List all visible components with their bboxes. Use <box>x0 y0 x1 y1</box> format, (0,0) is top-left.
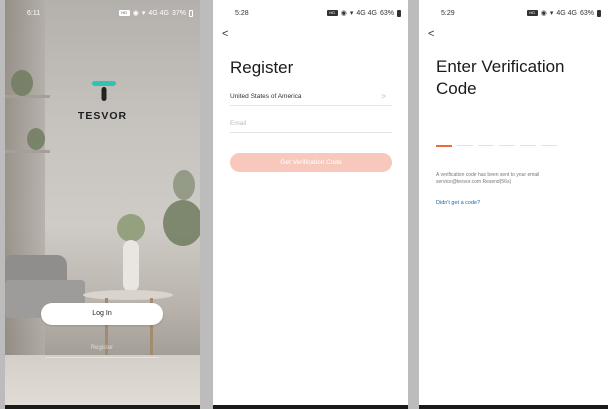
status-time: 5:28 <box>235 10 249 17</box>
battery-percent: 63% <box>579 9 594 17</box>
battery-percent: 63% <box>379 9 394 17</box>
code-slot[interactable] <box>499 145 515 146</box>
info-line-1: A verification code has been sent to you… <box>436 172 540 178</box>
brand-name: TESVOR <box>77 110 128 122</box>
status-bar: 6:11 HD ◉ ▾ 4G 4G 37% <box>5 0 200 20</box>
system-nav-bar <box>419 405 608 409</box>
page-title: Enter Verification Code <box>436 56 565 100</box>
system-nav-bar <box>5 405 200 409</box>
login-button[interactable]: Log In <box>41 303 163 325</box>
back-arrow-icon[interactable]: < <box>222 28 228 40</box>
status-bar: 5:28 HD ◉ ▾ 4G 4G 63% <box>213 0 408 20</box>
get-verification-code-button[interactable]: Get Verification Code <box>230 153 392 172</box>
status-bar: 5:29 HD ◉ ▾ 4G 4G 63% <box>419 0 608 20</box>
code-slot[interactable] <box>478 145 494 146</box>
welcome-screen: 6:11 HD ◉ ▾ 4G 4G 37% TESVOR Log In Regi… <box>5 0 200 409</box>
code-slot[interactable] <box>457 145 473 146</box>
hd-icon: HD <box>326 10 338 16</box>
code-input[interactable] <box>436 145 557 147</box>
hd-icon: HD <box>526 10 538 16</box>
wifi-icon: ▾ <box>549 10 554 17</box>
back-arrow-icon[interactable]: < <box>428 28 434 40</box>
battery-icon <box>397 9 401 17</box>
signal-icon: 4G 4G <box>356 9 377 17</box>
wifi-icon: ▾ <box>349 10 354 17</box>
country-selector[interactable]: United States of America > <box>230 89 392 106</box>
register-button[interactable]: Register <box>45 339 159 358</box>
status-time: 5:29 <box>441 10 455 17</box>
signal-icon: 4G 4G <box>148 9 169 17</box>
signal-icon: 4G 4G <box>556 9 577 17</box>
country-value: United States of America <box>230 93 302 100</box>
register-screen: 5:28 HD ◉ ▾ 4G 4G 63% < Register United … <box>213 0 408 409</box>
system-nav-bar <box>213 405 408 409</box>
battery-icon <box>597 9 601 17</box>
code-slot[interactable] <box>520 145 536 146</box>
hd-icon: HD <box>118 10 130 16</box>
status-time: 6:11 <box>27 10 41 17</box>
tesvor-logo-icon <box>92 81 116 101</box>
verification-info: A verification code has been sent to you… <box>436 172 596 186</box>
title-line-2: Code <box>436 79 477 98</box>
info-line-2: service@tesvor.com Resend(56s) <box>436 179 512 185</box>
alarm-icon: ◉ <box>540 10 547 17</box>
code-slot[interactable] <box>541 145 557 146</box>
verification-screen: 5:29 HD ◉ ▾ 4G 4G 63% < Enter Verificati… <box>419 0 608 409</box>
alarm-icon: ◉ <box>340 10 347 17</box>
title-line-1: Enter Verification <box>436 57 565 76</box>
chevron-right-icon: > <box>381 92 386 101</box>
page-title: Register <box>230 58 294 77</box>
wifi-icon: ▾ <box>141 10 146 17</box>
didnt-get-code-link[interactable]: Didn't get a code? <box>436 200 480 206</box>
battery-icon <box>189 9 193 17</box>
code-slot[interactable] <box>436 145 452 147</box>
email-field[interactable]: Email <box>230 116 392 133</box>
alarm-icon: ◉ <box>132 10 139 17</box>
battery-percent: 37% <box>171 9 186 17</box>
